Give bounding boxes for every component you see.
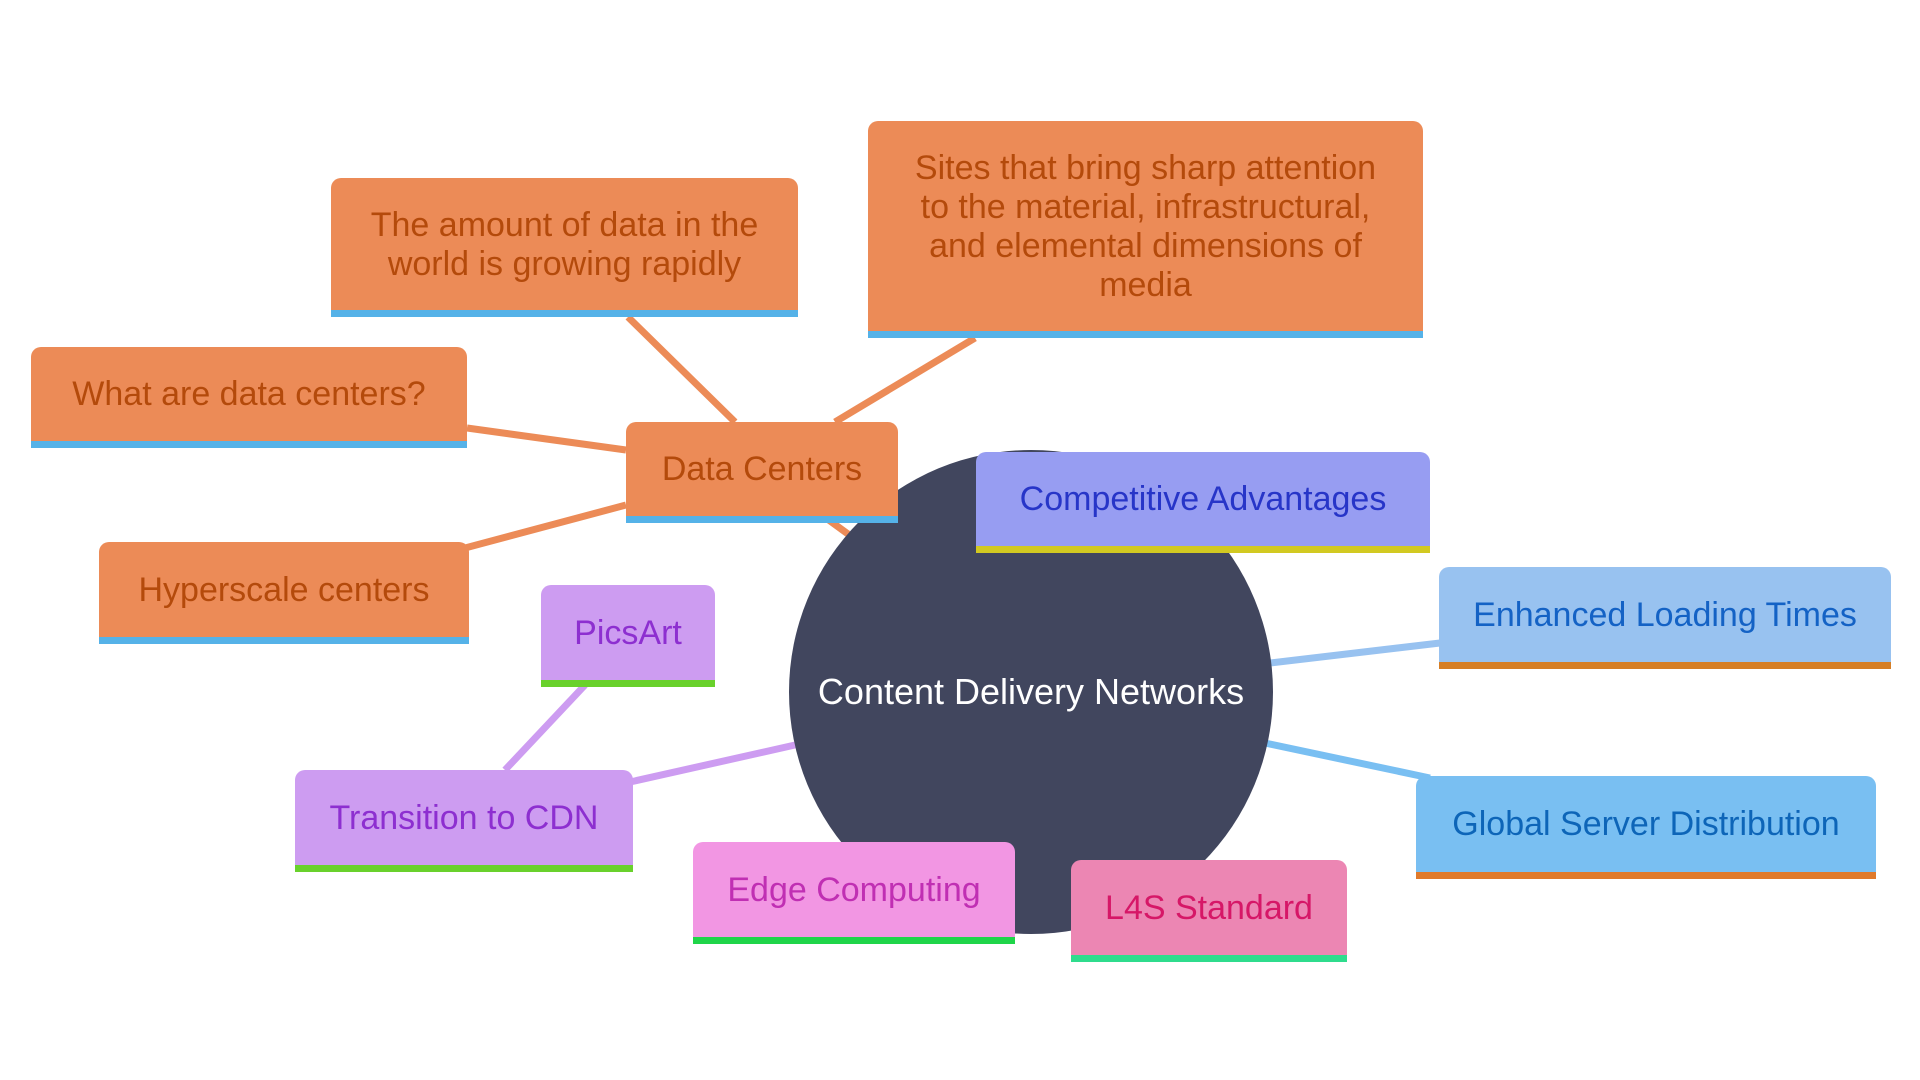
- edge-root-transition: [629, 741, 796, 786]
- edge-data-centers-data-growing: [625, 314, 738, 425]
- node-label: Hyperscale centers: [138, 570, 430, 609]
- node-data-centers[interactable]: Data Centers: [626, 422, 898, 523]
- node-label: Edge Computing: [727, 870, 981, 909]
- node-what-are-data-centers[interactable]: What are data centers?: [31, 347, 467, 448]
- node-label: Sites that bring sharp attention to the …: [914, 148, 1377, 304]
- node-label: PicsArt: [574, 613, 682, 652]
- node-label: What are data centers?: [72, 375, 426, 413]
- edge-root-enhanced: [1269, 639, 1441, 667]
- node-data-growing[interactable]: The amount of data in the world is growi…: [331, 178, 798, 317]
- node-label: Enhanced Loading Times: [1473, 595, 1857, 634]
- root-node-label: Content Delivery Networks: [817, 671, 1245, 712]
- node-label: Global Server Distribution: [1452, 805, 1840, 843]
- node-transition-to-cdn[interactable]: Transition to CDN: [295, 770, 633, 872]
- node-label: L4S Standard: [1105, 888, 1313, 927]
- node-hyperscale-centers[interactable]: Hyperscale centers: [99, 542, 469, 644]
- node-picsart[interactable]: PicsArt: [541, 585, 715, 687]
- node-label: Transition to CDN: [329, 798, 599, 837]
- node-label: The amount of data in the world is growi…: [370, 205, 759, 283]
- edge-data-centers-sites-attention: [833, 334, 977, 426]
- node-global-server-distribution[interactable]: Global Server Distribution: [1416, 776, 1876, 879]
- node-competitive-advantages[interactable]: Competitive Advantages: [976, 452, 1430, 553]
- node-edge-computing[interactable]: Edge Computing: [693, 842, 1015, 944]
- edge-root-global: [1264, 739, 1431, 782]
- node-sites-attention[interactable]: Sites that bring sharp attention to the …: [868, 121, 1423, 338]
- edge-data-centers-hyperscale: [464, 501, 627, 552]
- node-enhanced-loading-times[interactable]: Enhanced Loading Times: [1439, 567, 1891, 669]
- node-label: Data Centers: [661, 450, 863, 488]
- node-l4s-standard[interactable]: L4S Standard: [1071, 860, 1347, 962]
- edge-transition-picsart: [502, 682, 588, 773]
- edge-data-centers-what-are: [466, 424, 627, 454]
- node-label: Competitive Advantages: [1019, 480, 1387, 518]
